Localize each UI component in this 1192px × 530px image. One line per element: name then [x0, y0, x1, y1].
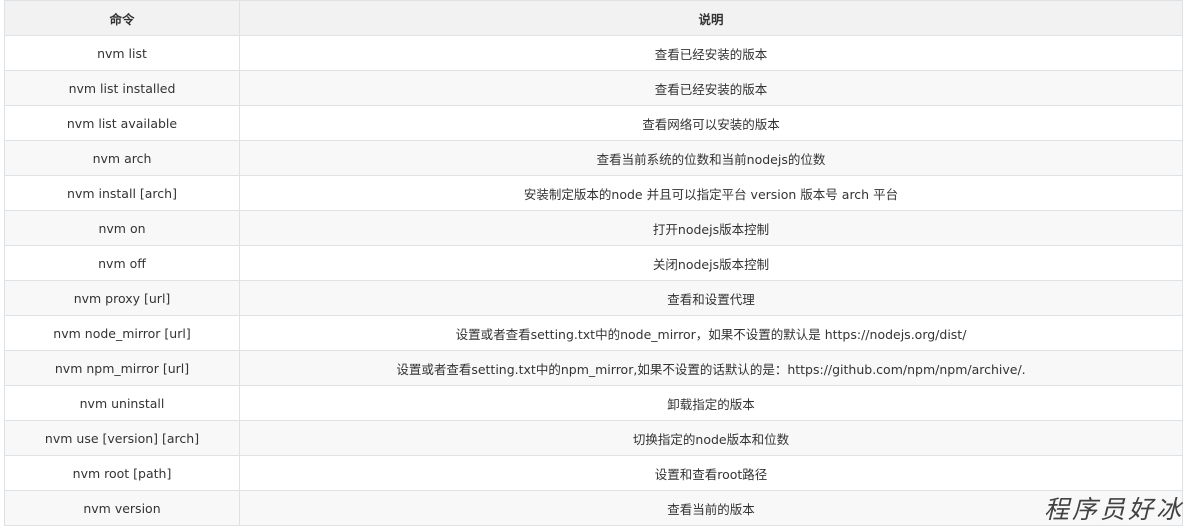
- description-cell: 切换指定的node版本和位数: [239, 420, 1183, 456]
- command-cell: nvm install [arch]: [4, 175, 240, 211]
- table-row: nvm proxy [url] 查看和设置代理: [4, 280, 1183, 316]
- command-cell: nvm arch: [4, 140, 240, 176]
- description-cell: 查看当前系统的位数和当前nodejs的位数: [239, 140, 1183, 176]
- table-row: nvm list available 查看网络可以安装的版本: [4, 105, 1183, 141]
- table-row: nvm node_mirror [url] 设置或者查看setting.txt中…: [4, 315, 1183, 351]
- table-row: nvm arch 查看当前系统的位数和当前nodejs的位数: [4, 140, 1183, 176]
- description-cell: 设置或者查看setting.txt中的npm_mirror,如果不设置的话默认的…: [239, 350, 1183, 386]
- command-cell: nvm uninstall: [4, 385, 240, 421]
- table-row: nvm install [arch] 安装制定版本的node 并且可以指定平台 …: [4, 175, 1183, 211]
- command-cell: nvm list: [4, 35, 240, 71]
- command-cell: nvm use [version] [arch]: [4, 420, 240, 456]
- command-cell: nvm list installed: [4, 70, 240, 106]
- command-cell: nvm off: [4, 245, 240, 281]
- description-cell: 查看当前的版本: [239, 490, 1183, 526]
- description-cell: 查看已经安装的版本: [239, 70, 1183, 106]
- command-cell: nvm on: [4, 210, 240, 246]
- description-cell: 打开nodejs版本控制: [239, 210, 1183, 246]
- command-cell: nvm version: [4, 490, 240, 526]
- command-cell: nvm list available: [4, 105, 240, 141]
- description-cell: 查看网络可以安装的版本: [239, 105, 1183, 141]
- description-cell: 查看和设置代理: [239, 280, 1183, 316]
- description-cell: 关闭nodejs版本控制: [239, 245, 1183, 281]
- command-table-container: 命令 说明 nvm list 查看已经安装的版本 nvm list instal…: [4, 0, 1183, 526]
- table-row: nvm list installed 查看已经安装的版本: [4, 70, 1183, 106]
- table-row: nvm npm_mirror [url] 设置或者查看setting.txt中的…: [4, 350, 1183, 386]
- nvm-command-table: 命令 说明 nvm list 查看已经安装的版本 nvm list instal…: [4, 0, 1183, 526]
- table-row: nvm root [path] 设置和查看root路径: [4, 455, 1183, 491]
- table-row: nvm use [version] [arch] 切换指定的node版本和位数: [4, 420, 1183, 456]
- table-row: nvm on 打开nodejs版本控制: [4, 210, 1183, 246]
- header-command: 命令: [4, 0, 240, 36]
- command-cell: nvm proxy [url]: [4, 280, 240, 316]
- table-row: nvm uninstall 卸载指定的版本: [4, 385, 1183, 421]
- command-cell: nvm node_mirror [url]: [4, 315, 240, 351]
- description-cell: 设置和查看root路径: [239, 455, 1183, 491]
- table-header-row: 命令 说明: [4, 0, 1183, 36]
- description-cell: 设置或者查看setting.txt中的node_mirror，如果不设置的默认是…: [239, 315, 1183, 351]
- table-row: nvm list 查看已经安装的版本: [4, 35, 1183, 71]
- command-cell: nvm root [path]: [4, 455, 240, 491]
- description-cell: 查看已经安装的版本: [239, 35, 1183, 71]
- description-cell: 卸载指定的版本: [239, 385, 1183, 421]
- description-cell: 安装制定版本的node 并且可以指定平台 version 版本号 arch 平台: [239, 175, 1183, 211]
- command-cell: nvm npm_mirror [url]: [4, 350, 240, 386]
- table-row: nvm off 关闭nodejs版本控制: [4, 245, 1183, 281]
- header-description: 说明: [239, 0, 1183, 36]
- table-row: nvm version 查看当前的版本: [4, 490, 1183, 526]
